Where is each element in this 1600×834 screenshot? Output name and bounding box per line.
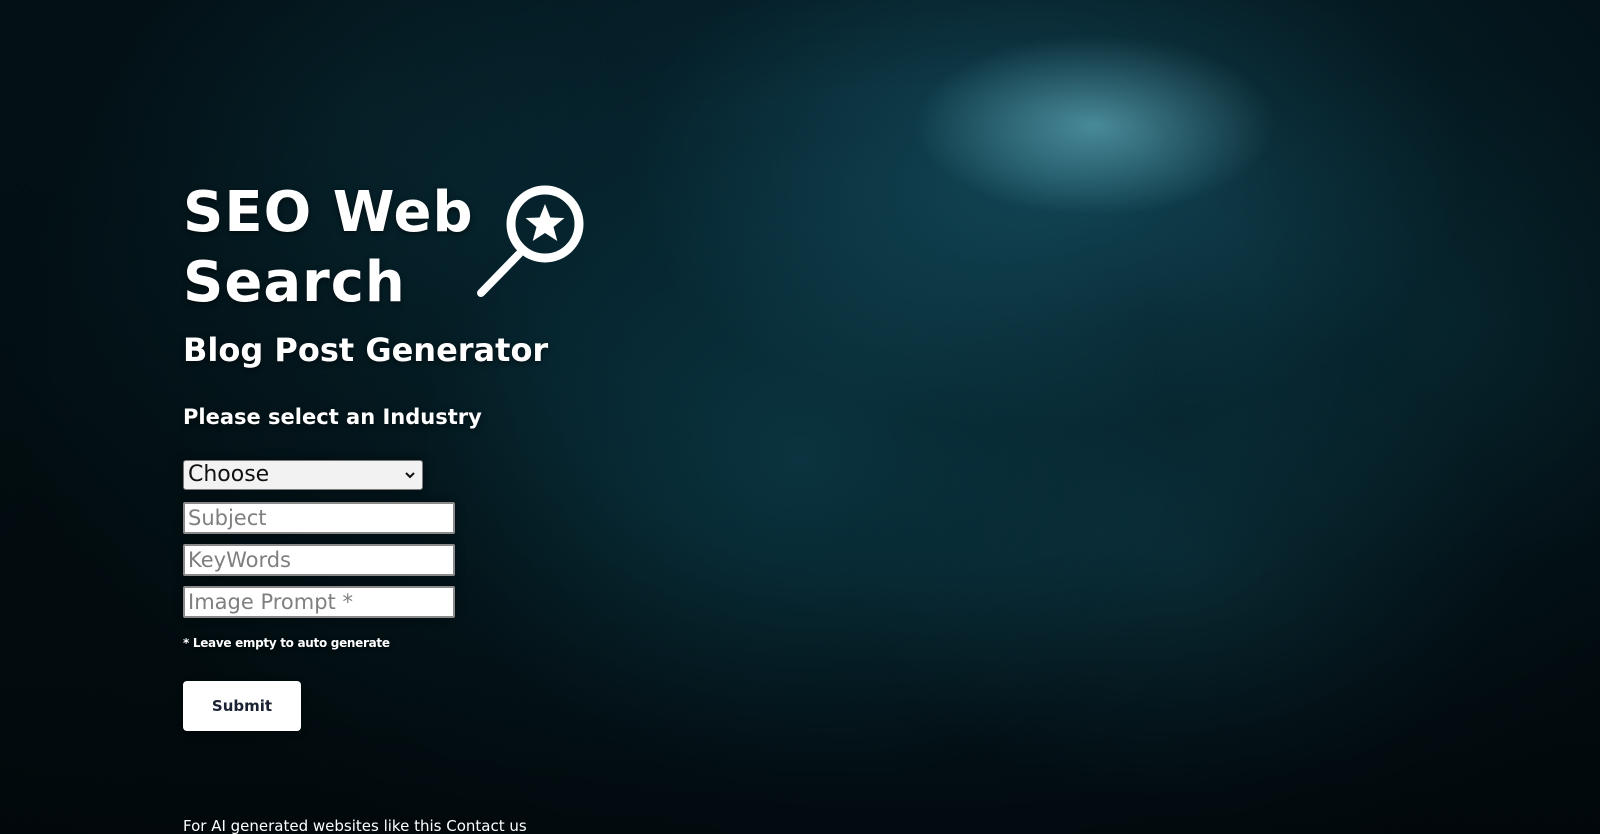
magnifier-star-icon: [477, 185, 584, 297]
footer-text: For AI generated websites like this: [183, 817, 442, 834]
industry-select[interactable]: Choose: [183, 460, 423, 490]
page-subtitle: Blog Post Generator: [183, 331, 549, 369]
keywords-input[interactable]: [183, 544, 455, 576]
site-title-line2: Search: [183, 250, 406, 315]
submit-button[interactable]: Submit: [183, 681, 301, 731]
auto-generate-hint: * Leave empty to auto generate: [183, 636, 390, 650]
contact-us-link[interactable]: Contact us: [446, 817, 526, 834]
subject-input[interactable]: [183, 502, 455, 534]
image-prompt-input[interactable]: [183, 586, 455, 618]
industry-select-value: Choose: [188, 462, 270, 487]
chevron-down-icon: [405, 472, 415, 479]
footer-note: For AI generated websites like this Cont…: [183, 817, 527, 834]
site-title-line1: SEO Web: [183, 180, 474, 245]
industry-label: Please select an Industry: [183, 405, 482, 429]
